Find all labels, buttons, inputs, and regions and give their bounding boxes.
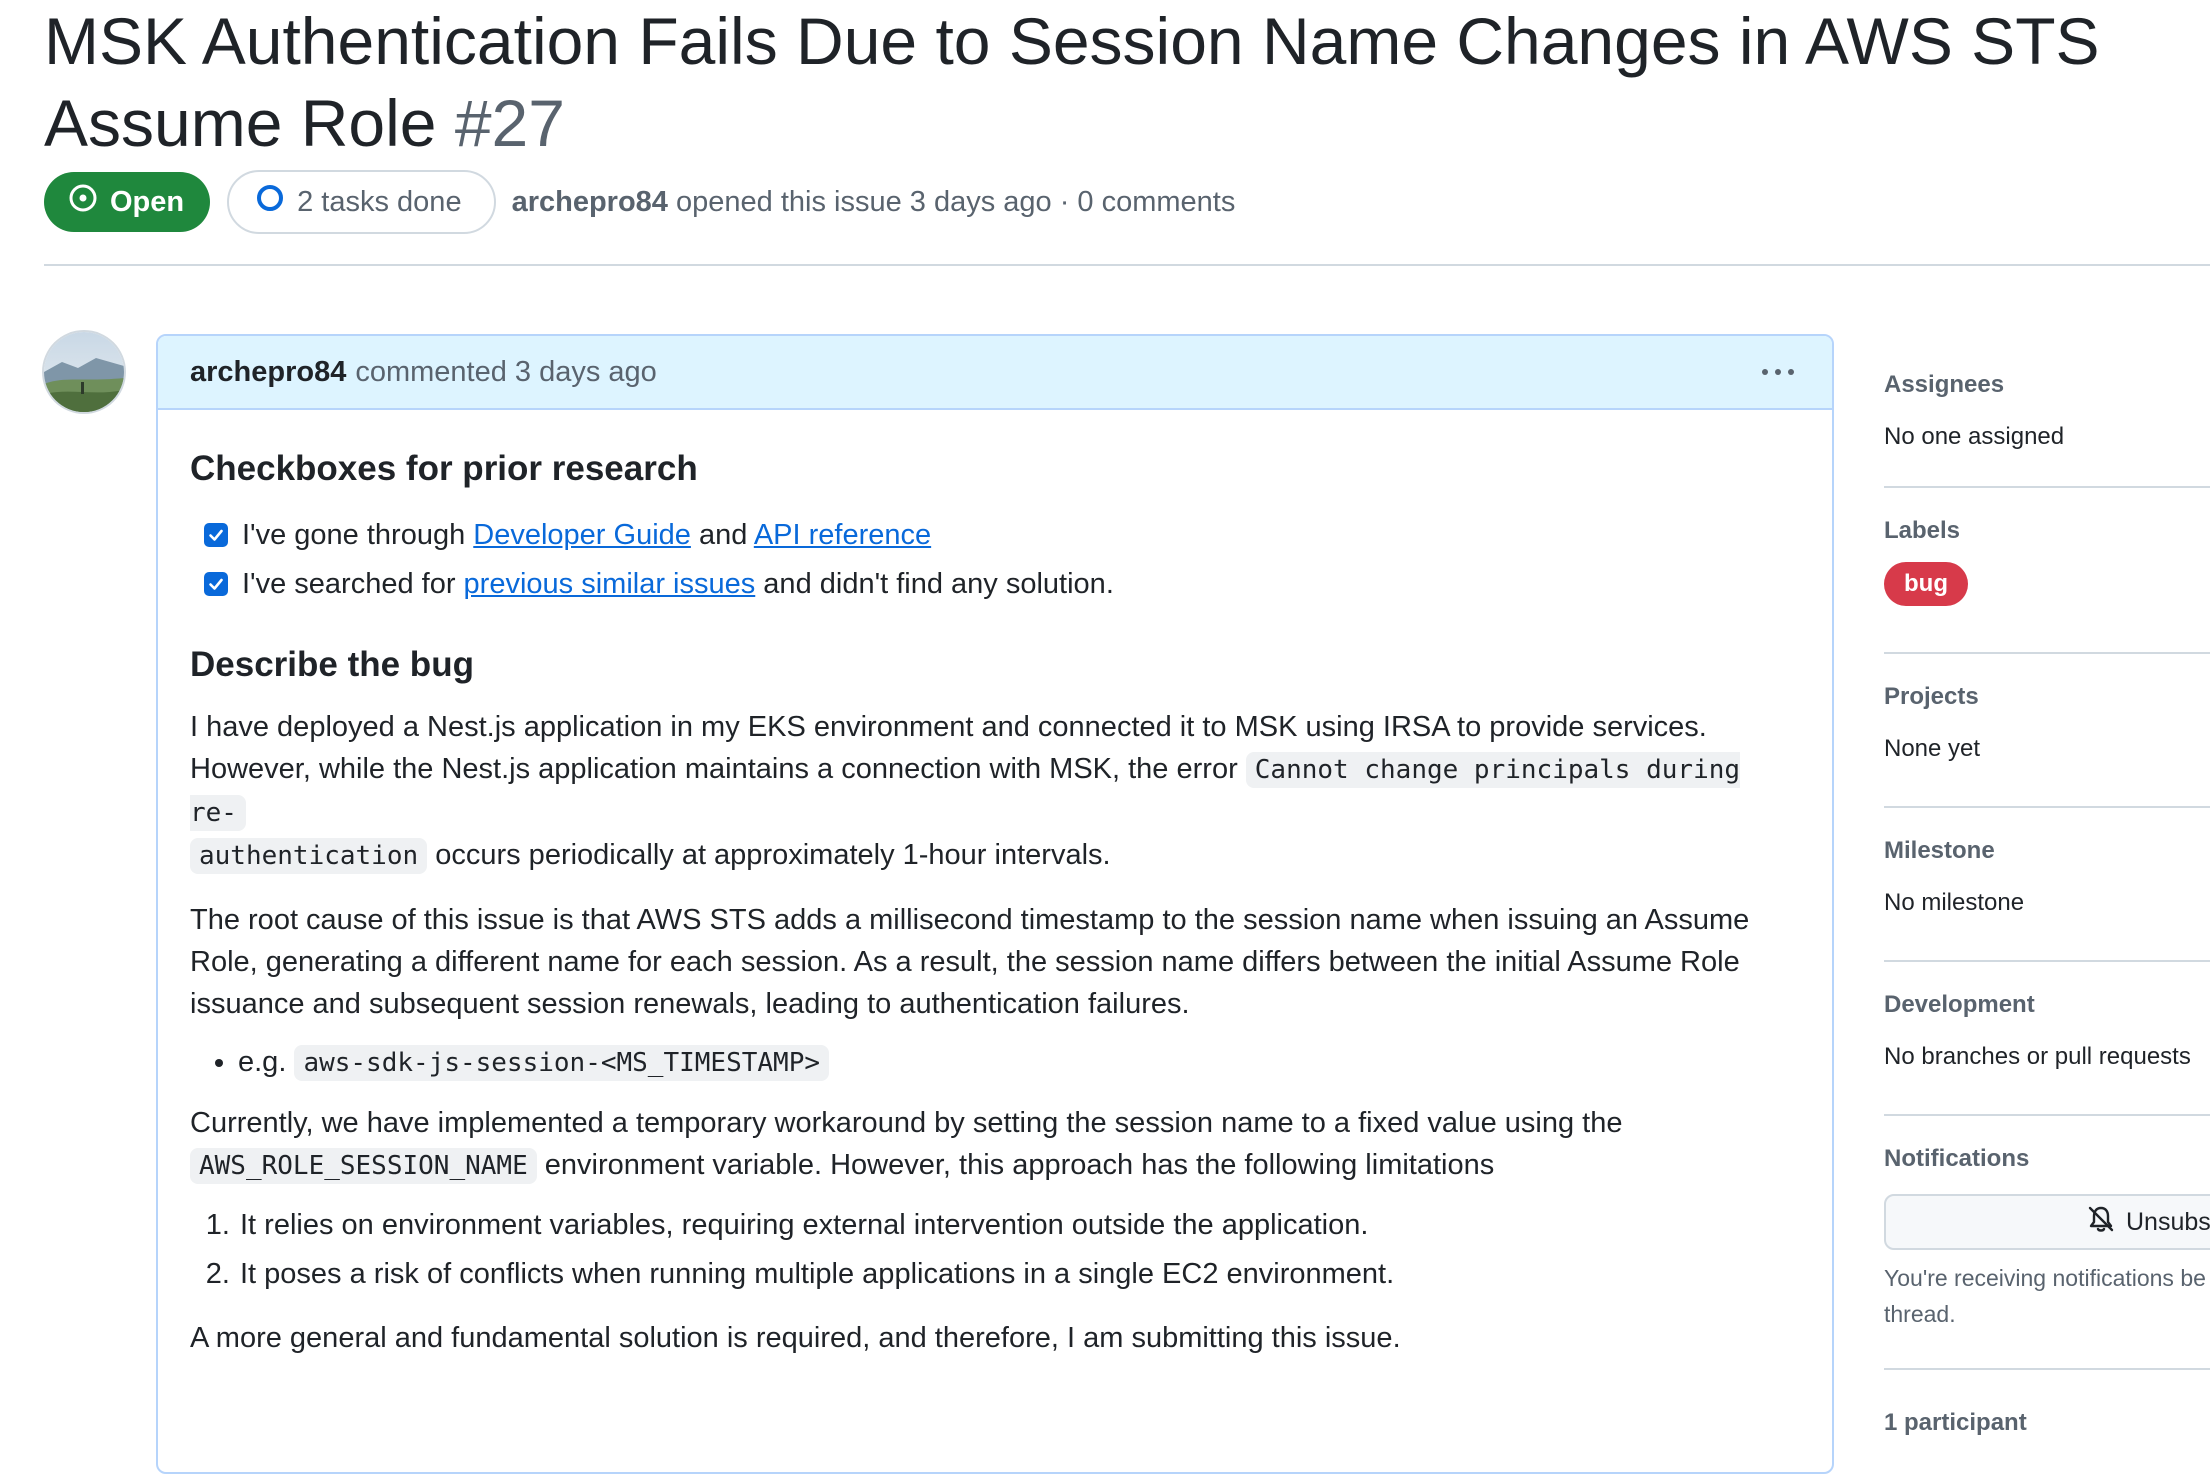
tasks-progress-pill[interactable]: 2 tasks done — [227, 170, 496, 234]
comment-header: archepro84 commented 3 days ago — [158, 336, 1832, 410]
comment-body: Checkboxes for prior research I've gone … — [158, 446, 1832, 1359]
inline-code-env-var: AWS_ROLE_SESSION_NAME — [190, 1148, 537, 1184]
participants-heading: 1 participant — [1884, 1409, 2027, 1436]
bug-paragraph-1: I have deployed a Nest.js application in… — [190, 706, 1800, 877]
comment-timestamp[interactable]: commented 3 days ago — [355, 356, 656, 389]
previous-issues-link[interactable]: previous similar issues — [464, 568, 756, 600]
issue-state-label: Open — [110, 185, 185, 218]
issue-opened-meta: archepro84 opened this issue 3 days ago … — [512, 186, 1236, 219]
issue-sidebar: Assignees No one assigned Labels bug Pro… — [1884, 342, 2210, 1438]
issue-open-icon — [68, 183, 98, 221]
list-item: It relies on environment variables, requ… — [238, 1201, 1800, 1250]
research-checklist: I've gone through Developer Guide and AP… — [190, 510, 1800, 608]
notification-reason-line1: You're receiving notifications be — [1884, 1265, 2206, 1291]
list-item: e.g. aws-sdk-js-session-<MS_TIMESTAMP> — [238, 1037, 1800, 1088]
list-item: It poses a risk of conflicts when runnin… — [238, 1250, 1800, 1299]
bug-paragraph-2: The root cause of this issue is that AWS… — [190, 904, 1750, 1020]
issue-comment: archepro84 commented 3 days ago Checkbox… — [156, 334, 1834, 1474]
unsubscribe-button[interactable]: Unsubs — [1884, 1194, 2210, 1250]
assignees-value: No one assigned — [1884, 423, 2065, 450]
avatar[interactable] — [44, 332, 124, 412]
task-progress-icon — [255, 183, 285, 221]
label-bug[interactable]: bug — [1884, 562, 1968, 606]
projects-value: None yet — [1884, 735, 1981, 762]
heading-prior-research: Checkboxes for prior research — [190, 449, 698, 488]
checkbox-checked-icon[interactable] — [204, 522, 228, 547]
checklist-text: I've searched for previous similar issue… — [242, 567, 1114, 600]
sidebar-notifications: Notifications Unsubs You're receiving no… — [1884, 1116, 2210, 1370]
issue-meta-row: Open 2 tasks done archepro84 opened this… — [44, 170, 1235, 234]
milestone-value: No milestone — [1884, 889, 2025, 916]
labels-heading[interactable]: Labels — [1884, 516, 2210, 546]
heading-describe-bug: Describe the bug — [190, 645, 474, 684]
issue-number: #27 — [454, 86, 565, 160]
issue-opened-text: opened this issue 3 days ago · 0 comment… — [676, 185, 1236, 218]
sidebar-participants: 1 participant — [1884, 1370, 2210, 1438]
sidebar-milestone: Milestone No milestone — [1884, 808, 2210, 962]
closing-paragraph: A more general and fundamental solution … — [190, 1322, 1401, 1354]
sidebar-labels: Labels bug — [1884, 488, 2210, 654]
checkbox-checked-icon[interactable] — [204, 571, 228, 596]
issue-author-link[interactable]: archepro84 — [512, 186, 668, 218]
sidebar-development: Development No branches or pull requests — [1884, 962, 2210, 1116]
example-bullet-list: e.g. aws-sdk-js-session-<MS_TIMESTAMP> — [190, 1037, 1800, 1088]
unsubscribe-label: Unsubs — [2126, 1207, 2210, 1236]
sidebar-assignees: Assignees No one assigned — [1884, 342, 2210, 488]
bell-slash-icon — [2086, 1204, 2116, 1241]
inline-code-session-name: aws-sdk-js-session-<MS_TIMESTAMP> — [294, 1045, 829, 1081]
api-reference-link[interactable]: API reference — [754, 519, 931, 551]
limitations-list: It relies on environment variables, requ… — [190, 1201, 1800, 1299]
assignees-heading[interactable]: Assignees — [1884, 370, 2210, 400]
developer-guide-link[interactable]: Developer Guide — [473, 519, 691, 551]
projects-heading[interactable]: Projects — [1884, 682, 2210, 712]
checklist-item: I've searched for previous similar issue… — [204, 559, 1800, 608]
checklist-item: I've gone through Developer Guide and AP… — [204, 510, 1800, 559]
inline-code-error-cont: authentication — [190, 838, 428, 874]
workaround-paragraph: Currently, we have implemented a tempora… — [190, 1102, 1800, 1187]
notification-reason-line2: thread. — [1884, 1301, 1956, 1327]
issue-title: MSK Authentication Fails Due to Session … — [44, 0, 2204, 164]
development-heading[interactable]: Development — [1884, 990, 2210, 1020]
milestone-heading[interactable]: Milestone — [1884, 836, 2210, 866]
checklist-text: I've gone through Developer Guide and AP… — [242, 518, 932, 551]
development-value: No branches or pull requests — [1884, 1043, 2191, 1070]
notifications-heading: Notifications — [1884, 1145, 2030, 1172]
issue-title-text: MSK Authentication Fails Due to Session … — [44, 4, 2100, 160]
sidebar-projects: Projects None yet — [1884, 654, 2210, 808]
header-divider — [44, 264, 2210, 266]
issue-state-badge: Open — [44, 172, 211, 232]
comment-author-link[interactable]: archepro84 — [190, 356, 346, 389]
kebab-icon[interactable] — [1754, 361, 1802, 383]
tasks-progress-label: 2 tasks done — [297, 185, 462, 218]
